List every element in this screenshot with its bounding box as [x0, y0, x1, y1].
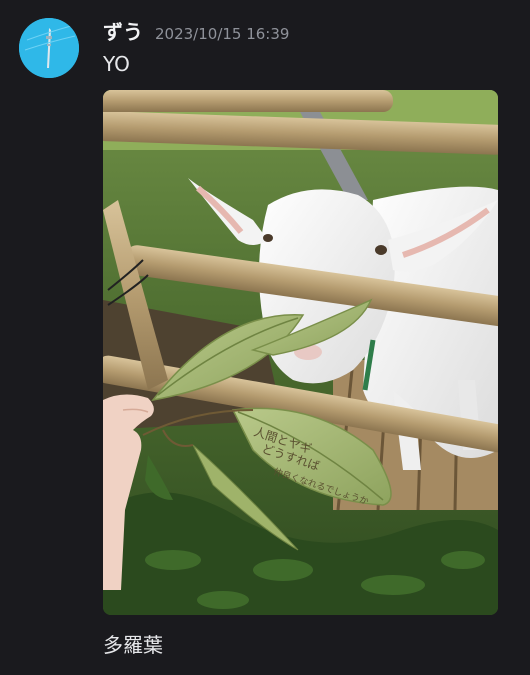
avatar[interactable] [19, 18, 79, 78]
message-text: 多羅葉 [103, 633, 163, 657]
goat-eating-leaf-photo: 人間とヤギ どうすれば 仲良くなれるでしょうか [103, 90, 498, 615]
avatar-icon [19, 18, 79, 78]
chat-message: ずう 2023/10/15 16:39 YO 人間とヤギ どうすれば 仲良くなれ… [0, 0, 530, 675]
timestamp: 2023/10/15 16:39 [155, 25, 290, 43]
message-text: YO [103, 52, 130, 76]
image-attachment[interactable]: 人間とヤギ どうすれば 仲良くなれるでしょうか [103, 90, 498, 615]
username[interactable]: ずう [103, 16, 143, 45]
message-header: ずう 2023/10/15 16:39 [103, 16, 289, 45]
